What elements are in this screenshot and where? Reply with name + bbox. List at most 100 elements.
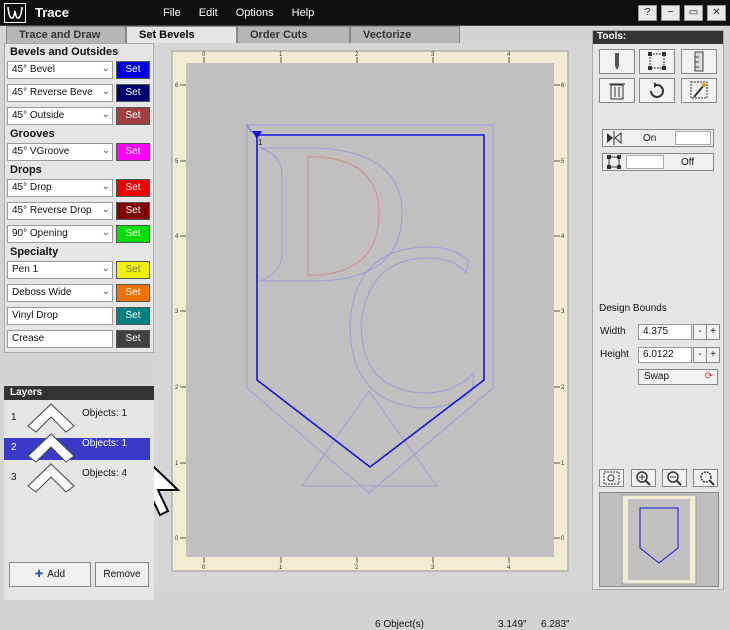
rotate-icon — [650, 82, 664, 98]
tab-order-cuts[interactable]: Order Cuts — [237, 26, 350, 43]
dropdown-value: 45° Drop — [12, 182, 52, 193]
set-button[interactable]: Set — [116, 84, 150, 102]
zoom-reset-button[interactable] — [693, 469, 718, 487]
vgroove-dropdown[interactable]: 45° VGroove ⌄ — [7, 143, 113, 161]
app-logo-icon — [4, 3, 26, 23]
delete-button[interactable] — [599, 78, 635, 103]
remove-layer-button[interactable]: Remove — [95, 562, 149, 587]
height-decrement-button[interactable]: - — [693, 347, 707, 363]
chevron-down-icon: ⌄ — [101, 286, 110, 297]
cursor-y-status: 6.283" — [541, 619, 570, 630]
zoom-out-icon — [667, 471, 682, 486]
design-canvas[interactable]: 0 1 2 3 4 0 1 2 3 4 6 5 4 3 2 1 0 6 5 4 … — [154, 43, 590, 630]
layer-row-3[interactable]: 3 Objects: 4 — [4, 463, 150, 493]
ruler-tool-button[interactable] — [681, 49, 717, 74]
zoom-out-button[interactable] — [662, 469, 687, 487]
toggle-switch[interactable] — [675, 131, 711, 145]
chevron-down-icon: ⌄ — [101, 63, 110, 74]
set-button[interactable]: Set — [116, 330, 150, 348]
layer-number: 3 — [11, 472, 17, 483]
swap-button[interactable]: Swap ⟳ — [638, 369, 718, 385]
add-layer-button[interactable]: ✚ Add — [9, 562, 91, 587]
minimap-preview — [621, 494, 697, 585]
bevel-dropdown[interactable]: 45° Bevel ⌄ — [7, 61, 113, 79]
layer-thumbnail — [27, 463, 75, 493]
node-select-button[interactable] — [639, 49, 675, 74]
minimap[interactable] — [599, 492, 719, 587]
field-value: Crease — [12, 333, 45, 344]
mat-board — [186, 63, 554, 557]
tab-trace-and-draw[interactable]: Trace and Draw — [6, 26, 126, 43]
knife-tool-button[interactable] — [599, 49, 635, 74]
close-button[interactable]: ✕ — [707, 5, 726, 21]
set-button[interactable]: Set — [116, 261, 150, 279]
crease-field: Crease — [7, 330, 113, 348]
zoom-in-button[interactable] — [631, 469, 656, 487]
width-increment-button[interactable]: + — [706, 324, 720, 340]
chevron-down-icon: ⌄ — [101, 86, 110, 97]
swap-icon: ⟳ — [704, 371, 713, 382]
set-button[interactable]: Set — [116, 225, 150, 243]
dropdown-value: Deboss Wide — [12, 287, 72, 298]
pen-dropdown[interactable]: Pen 1 ⌄ — [7, 261, 113, 279]
width-input[interactable]: 4.375 — [638, 324, 692, 340]
chevron-down-icon: ⌄ — [101, 263, 110, 274]
width-decrement-button[interactable]: - — [693, 324, 707, 340]
menu-edit[interactable]: Edit — [199, 7, 218, 19]
dropdown-value: 45° Reverse Beve — [12, 87, 93, 98]
reverse-bevel-dropdown[interactable]: 45° Reverse Beve ⌄ — [7, 84, 113, 102]
minimize-button[interactable]: − — [661, 5, 680, 21]
trash-icon — [609, 83, 625, 100]
dropdown-value: Pen 1 — [12, 264, 39, 275]
rotate-button[interactable] — [639, 78, 675, 103]
chevron-down-icon: ⌄ — [101, 204, 110, 215]
mirror-toggle[interactable]: On — [602, 129, 714, 147]
set-button[interactable]: Set — [116, 202, 150, 220]
chevron-down-icon: ⌄ — [101, 181, 110, 192]
add-label: Add — [47, 569, 66, 580]
set-button[interactable]: Set — [116, 179, 150, 197]
opening-dropdown[interactable]: 90° Opening ⌄ — [7, 225, 113, 243]
drop-dropdown[interactable]: 45° Drop ⌄ — [7, 179, 113, 197]
bevels-panel: Bevels and Outsides 45° Bevel ⌄ Set 45° R… — [4, 43, 154, 353]
mirror-icon — [607, 131, 622, 145]
height-increment-button[interactable]: + — [706, 347, 720, 363]
help-button[interactable]: ? — [638, 5, 657, 21]
menu-help[interactable]: Help — [292, 7, 315, 19]
layer-number: 2 — [11, 442, 17, 453]
layer-row-2[interactable]: 2 Objects: 1 — [4, 433, 150, 463]
set-button[interactable]: Set — [116, 284, 150, 302]
add-layer-icon: ✚ — [34, 569, 44, 580]
window-controls: ? − ▭ ✕ — [638, 5, 726, 21]
tab-bar: Trace and Draw Set Bevels Order Cuts Vec… — [6, 26, 460, 43]
deboss-dropdown[interactable]: Deboss Wide ⌄ — [7, 284, 113, 302]
tab-set-bevels[interactable]: Set Bevels — [126, 26, 237, 43]
set-button[interactable]: Set — [116, 143, 150, 161]
maximize-button[interactable]: ▭ — [684, 5, 703, 21]
section-heading: Drops — [10, 164, 42, 176]
set-button[interactable]: Set — [116, 307, 150, 325]
object-count-status: 6 Object(s) — [375, 619, 424, 630]
menu-file[interactable]: File — [163, 7, 181, 19]
tools-header: Tools: — [593, 31, 723, 44]
menu-options[interactable]: Options — [236, 7, 274, 19]
layer-object-count: Objects: 1 — [82, 408, 128, 419]
zoom-fit-button[interactable] — [599, 469, 624, 487]
set-button[interactable]: Set — [116, 61, 150, 79]
toggle-switch[interactable] — [626, 155, 664, 169]
dropdown-value: 45° Bevel — [12, 64, 55, 75]
reverse-drop-dropdown[interactable]: 45° Reverse Drop ⌄ — [7, 202, 113, 220]
outside-dropdown[interactable]: 45° Outside ⌄ — [7, 107, 113, 125]
chevron-down-icon: ⌄ — [101, 109, 110, 120]
set-button[interactable]: Set — [116, 107, 150, 125]
magic-select-button[interactable] — [681, 78, 717, 103]
height-input[interactable]: 6.0122 — [638, 347, 692, 363]
tools-panel: Tools: On Off Design Bounds Width 4.375 … — [592, 30, 724, 590]
title-bar: Trace File Edit Options Help ? − ▭ ✕ — [0, 0, 730, 26]
dropdown-value: 45° VGroove — [12, 146, 70, 157]
tab-vectorize[interactable]: Vectorize — [350, 26, 460, 43]
width-label: Width — [600, 326, 626, 337]
corners-toggle[interactable]: Off — [602, 153, 714, 171]
app-title: Trace — [35, 5, 69, 20]
layer-row-1[interactable]: 1 Objects: 1 — [4, 403, 150, 433]
